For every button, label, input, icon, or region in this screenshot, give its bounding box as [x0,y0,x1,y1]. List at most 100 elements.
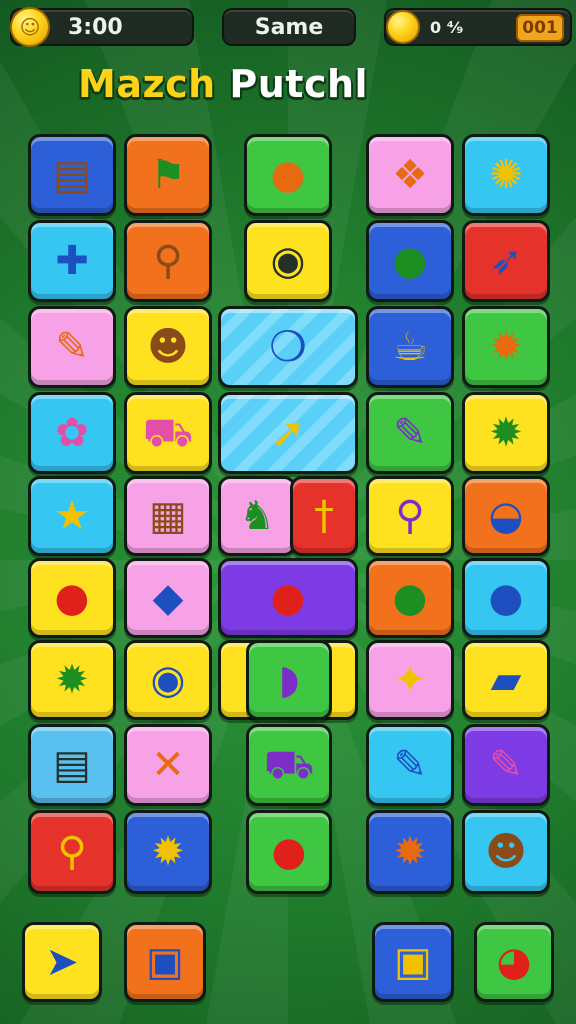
tile-paint-tube[interactable]: ✎ [462,724,550,806]
tile-glass-arrow[interactable]: ➚ [218,392,358,474]
coin-panel: 0 ⁴⁄₉ 001 [384,8,572,46]
tile-van[interactable]: ⛟ [124,392,212,474]
coin-icon [386,10,420,44]
level-badge: 001 [516,14,564,42]
tile-map[interactable]: ▤ [28,134,116,216]
tile-sun-boat[interactable]: ✺ [462,134,550,216]
tile-blue-ornament[interactable]: ● [462,558,550,638]
paint-tube-icon: ✎ [489,742,523,788]
flower-icon: ✿ [55,410,89,456]
tile-puzzle[interactable]: ♞ [218,476,296,556]
spiky-ball-icon: ● [271,829,307,875]
tile-dagger[interactable]: † [290,476,358,556]
tile-marker[interactable]: ✎ [366,392,454,474]
tile-pen[interactable]: ✎ [366,724,454,806]
scepter-icon: ⚲ [153,238,183,284]
sun-face-icon: ✹ [489,324,523,370]
tile-chest[interactable]: ▦ [124,476,212,556]
tile-camera[interactable]: ◉ [244,220,332,302]
tile-bird[interactable]: ✦ [366,640,454,720]
sun-icon: ✺ [489,152,523,198]
tile-crossed-tools[interactable]: ✕ [124,724,212,806]
tile-green-ball[interactable]: ● [366,558,454,638]
tile-character[interactable]: ☻ [124,306,212,388]
crossed-tools-icon: ✕ [151,742,185,788]
cube-button[interactable]: ▣ [124,922,206,1002]
box-icon: ▣ [394,939,432,985]
top-hud: ☺ 3:00 Same 0 ⁴⁄₉ 001 [0,0,576,52]
coin-count: 0 ⁴⁄₉ [430,17,464,37]
tile-red-spiky[interactable]: ● [246,810,332,894]
easel-icon: ⚑ [150,152,186,198]
pen-icon: ✎ [393,742,427,788]
chat-button[interactable]: ◕ [474,922,554,1002]
tile-red-ornament[interactable]: ● [28,558,116,638]
fish-rocket-icon: ❖ [392,152,428,198]
tile-lollipop[interactable]: ⚲ [28,810,116,894]
green-ball-icon: ● [392,575,428,621]
bird-icon: ✦ [393,657,427,703]
golden-arrow-icon: ➚ [270,408,306,457]
pencil-icon: ✎ [55,324,89,370]
teapot-icon: ☕ [392,324,428,370]
tile-easel[interactable]: ⚑ [124,134,212,216]
chat-bubble-icon: ◕ [496,939,532,985]
tile-cog[interactable]: ✹ [124,810,212,894]
tile-green-balloon[interactable]: ● [366,220,454,302]
tile-leaf[interactable]: ◗ [246,640,332,720]
tile-car[interactable]: ⛟ [246,724,332,806]
tile-bowl[interactable]: ◒ [462,476,550,556]
tile-magnifier[interactable]: ⚲ [366,476,454,556]
bottle-icon: ▰ [490,657,522,703]
tile-balls[interactable]: ● [244,134,332,216]
marker-icon: ✎ [393,410,427,456]
tile-teapot[interactable]: ☕ [366,306,454,388]
tile-orange-sun[interactable]: ✹ [366,810,454,894]
tile-boy-face[interactable]: ☻ [462,810,550,894]
lollipop-icon: ⚲ [57,829,87,875]
tile-blue-candy[interactable]: ◆ [124,558,212,638]
tile-notepad[interactable]: ▤ [28,724,116,806]
cog-icon: ✹ [151,829,185,875]
balls-icon: ● [270,152,306,198]
tile-bottle[interactable]: ▰ [462,640,550,720]
leaf-icon: ◗ [278,657,300,703]
gem-icon: ✹ [55,657,89,703]
camera-icon: ◉ [270,238,306,284]
map-icon: ▤ [53,152,91,198]
timer-text: 3:00 [68,14,123,40]
tile-pencil[interactable]: ✎ [28,306,116,388]
orange-sun-icon: ✹ [393,829,427,875]
tile-red-ball[interactable]: ● [218,558,358,638]
tool-icon: ✚ [55,238,89,284]
tile-scepter[interactable]: ⚲ [124,220,212,302]
cursor-button[interactable]: ➤ [22,922,102,1002]
box-button[interactable]: ▣ [372,922,454,1002]
tile-fish-rocket[interactable]: ❖ [366,134,454,216]
balloon-icon: ● [392,238,428,284]
title-word-2: Putchl [229,62,369,106]
smiley-coin-icon: ☺ [10,7,50,47]
tile-fish[interactable]: ◉ [124,640,212,720]
game-title: Mazch Putchl [78,62,368,106]
arrow-icon: ➶ [489,238,523,284]
mode-button[interactable]: Same [222,8,356,46]
tile-star[interactable]: ★ [28,476,116,556]
tile-flower[interactable]: ✿ [28,392,116,474]
ornament-icon: ● [54,575,90,621]
character-icon: ☻ [147,324,189,370]
cube-icon: ▣ [146,939,184,985]
tile-gear[interactable]: ✹ [462,392,550,474]
tile-glass-beans[interactable]: ❍ [218,306,358,388]
tile-green-gem[interactable]: ✹ [28,640,116,720]
cursor-icon: ➤ [45,939,79,985]
tile-tool[interactable]: ✚ [28,220,116,302]
chest-icon: ▦ [149,493,187,539]
tile-arrow[interactable]: ➶ [462,220,550,302]
tile-sun-face[interactable]: ✹ [462,306,550,388]
puzzle-icon: ♞ [239,493,275,539]
notepad-icon: ▤ [53,742,91,788]
van-icon: ⛟ [142,410,194,456]
candy-icon: ◆ [152,575,184,621]
blue-ornament-icon: ● [488,575,524,621]
